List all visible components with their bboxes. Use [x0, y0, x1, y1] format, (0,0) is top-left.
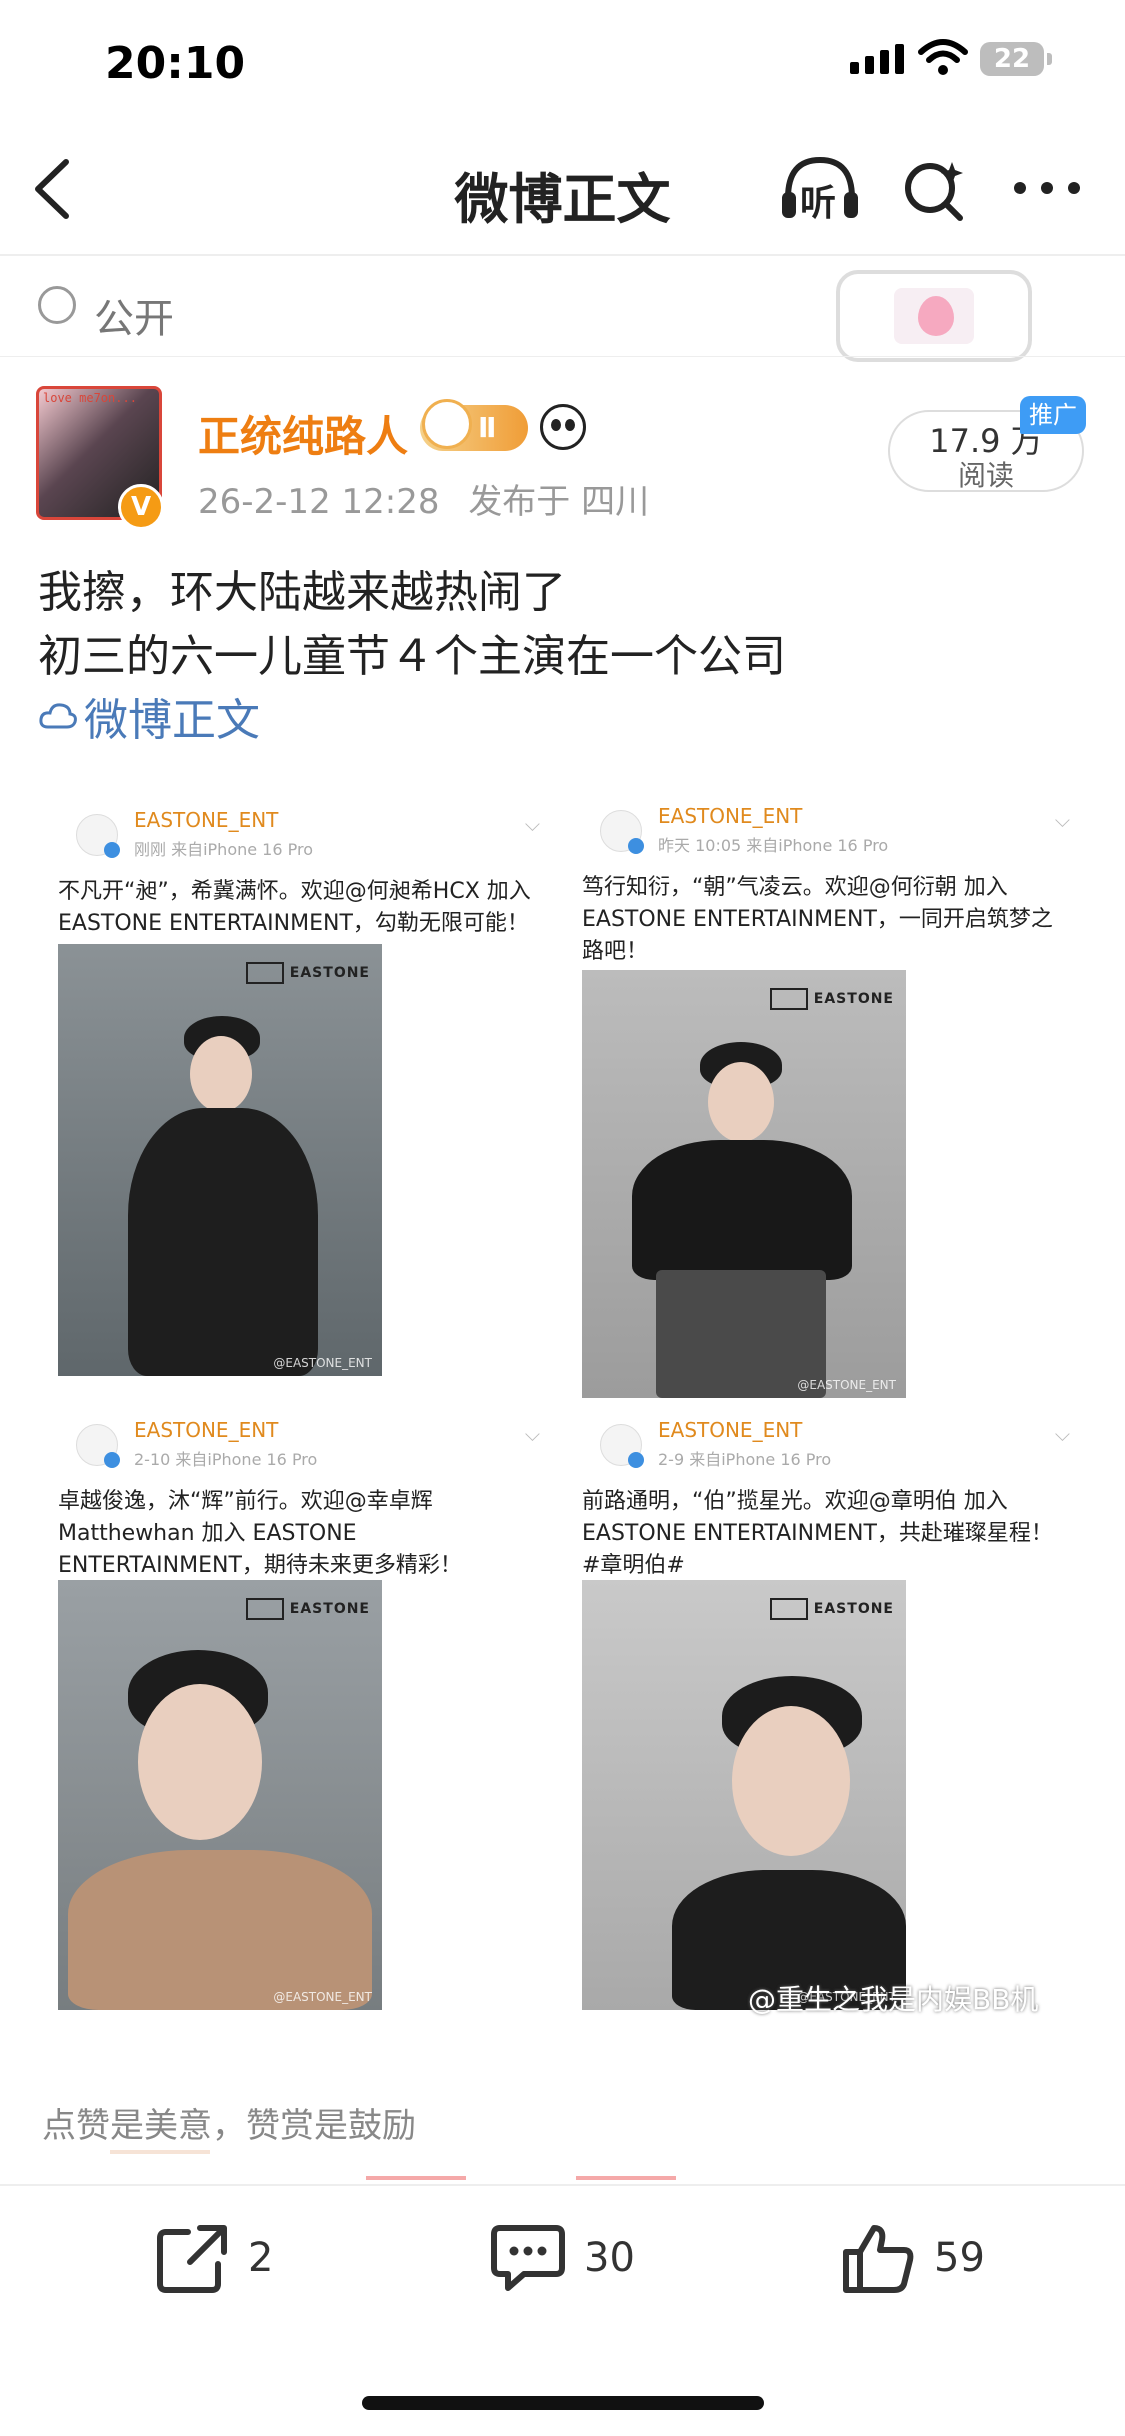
author-name[interactable]: 正统纯路人 — [198, 403, 408, 464]
visibility-label: 公开 — [94, 296, 174, 342]
tile-meta: 昨天 10:05 来自iPhone 16 Pro — [658, 836, 889, 855]
divider — [0, 2184, 1125, 2186]
battery-indicator: 22 — [980, 42, 1044, 76]
weibo-link-label: 微博正文 — [84, 695, 260, 746]
share-icon — [157, 2225, 227, 2293]
watermark: @重生之我是内娱BB机 — [748, 1983, 1039, 2016]
divider — [0, 356, 1125, 357]
panda-icon — [540, 404, 586, 450]
more-horizontal-icon[interactable] — [1012, 180, 1082, 196]
divider — [576, 2176, 676, 2180]
ad-badge: 推广 — [1020, 396, 1086, 434]
repost-button[interactable]: 2 — [154, 2222, 273, 2294]
divider — [110, 2150, 210, 2154]
photo-brand: EASTONE — [246, 962, 370, 984]
verified-badge: V — [118, 484, 164, 530]
chevron-down-icon: ⌵ — [1054, 808, 1070, 832]
repost-count: 2 — [248, 2235, 274, 2281]
medal-label: Ⅱ — [478, 411, 497, 444]
thumbs-up-icon — [843, 2225, 914, 2293]
photo-brand: EASTONE — [246, 1598, 370, 1620]
astronaut-icon — [422, 399, 472, 449]
like-button[interactable]: 59 — [840, 2222, 985, 2294]
post-location: 发布于 四川 — [468, 482, 650, 522]
portrait-photo: EASTONE @EASTONE_ENT — [582, 1580, 906, 2010]
post-text-line: 初三的六一儿童节４个主演在一个公司 — [38, 631, 786, 682]
post-time: 26-2-12 12:28 — [198, 482, 440, 522]
tile-account: EASTONE_ENT — [658, 1418, 803, 1442]
verified-icon — [628, 1452, 644, 1468]
tile-caption: 卓越俊逸，沐“辉”前行。欢迎@幸卓辉 Matthewhan 加入 EASTONE… — [58, 1489, 462, 1578]
post-meta: 26-2-12 12:28 发布于 四川 — [198, 474, 649, 523]
photo-footer: @EASTONE_ENT — [273, 1990, 372, 2004]
wifi-icon — [918, 39, 968, 75]
globe-icon — [38, 286, 76, 324]
cellular-signal-icon — [850, 44, 904, 74]
portrait-photo: EASTONE @EASTONE_ENT — [582, 970, 906, 1398]
tile-meta: 2-10 来自iPhone 16 Pro — [134, 1450, 318, 1469]
tile-caption: 笃行知衍，“朝”气凌云。欢迎@何衍朝 加入 EASTONE ENTERTAINM… — [582, 875, 1053, 964]
tile-account: EASTONE_ENT — [134, 1418, 279, 1442]
photo-brand: EASTONE — [770, 1598, 894, 1620]
chevron-down-icon: ⌵ — [524, 1422, 540, 1446]
tile-meta: 刚刚 来自iPhone 16 Pro — [134, 840, 314, 859]
verified-icon — [104, 1452, 120, 1468]
portrait-photo: EASTONE @EASTONE_ENT — [58, 944, 382, 1376]
post-text-line: 我擦，环大陆越来越热闹了 — [38, 567, 566, 618]
search-sparkle-icon[interactable] — [902, 156, 966, 222]
photo-footer: @EASTONE_ENT — [797, 1378, 896, 1392]
cloud-link-icon — [39, 703, 77, 729]
verified-icon — [104, 842, 120, 858]
tile-meta: 2-9 来自iPhone 16 Pro — [658, 1450, 832, 1469]
like-count: 59 — [934, 2235, 985, 2281]
post-image[interactable]: EASTONE_ENT 2-10 来自iPhone 16 Pro ⌵ 卓越俊逸，… — [54, 1408, 548, 2012]
chevron-down-icon: ⌵ — [1054, 1422, 1070, 1446]
comment-icon — [491, 2225, 565, 2291]
verified-icon — [628, 838, 644, 854]
tile-account: EASTONE_ENT — [658, 804, 803, 828]
home-indicator[interactable] — [362, 2396, 764, 2410]
game-console-decoration — [836, 270, 1032, 362]
tile-account: EASTONE_ENT — [134, 808, 279, 832]
listen-label: 听 — [800, 183, 837, 224]
encourage-text: 点赞是美意，赞赏是鼓励 — [42, 2106, 416, 2146]
status-time: 20:10 — [105, 38, 246, 89]
chevron-down-icon: ⌵ — [524, 812, 540, 836]
portrait-photo: EASTONE @EASTONE_ENT — [58, 1580, 382, 2010]
post-image[interactable]: EASTONE_ENT 刚刚 来自iPhone 16 Pro ⌵ 不凡开“昶”，… — [54, 798, 548, 1396]
weibo-link[interactable]: 微博正文 — [38, 684, 260, 748]
listen-button[interactable]: 听 — [778, 152, 862, 224]
photo-brand: EASTONE — [770, 988, 894, 1010]
battery-tip — [1047, 53, 1052, 65]
photo-footer: @EASTONE_ENT — [273, 1356, 372, 1370]
comment-button[interactable]: 30 — [490, 2222, 635, 2294]
comment-count: 30 — [584, 2235, 635, 2281]
views-label: 阅读 — [957, 459, 1014, 492]
post-image[interactable]: EASTONE_ENT 昨天 10:05 来自iPhone 16 Pro ⌵ 笃… — [578, 794, 1078, 1398]
tile-caption: 不凡开“昶”，希冀满怀。欢迎@何昶希HCX 加入 EASTONE ENTERTA… — [58, 879, 531, 936]
medal-badge[interactable]: Ⅱ — [420, 399, 528, 451]
tile-caption: 前路通明，“伯”揽星光。欢迎@章明伯 加入 EASTONE ENTERTAINM… — [582, 1489, 1053, 1578]
avatar-text: love me7on... — [43, 391, 137, 405]
divider — [0, 254, 1125, 256]
post-image[interactable]: EASTONE_ENT 2-9 来自iPhone 16 Pro ⌵ 前路通明，“… — [578, 1408, 1078, 2012]
divider — [366, 2176, 466, 2180]
